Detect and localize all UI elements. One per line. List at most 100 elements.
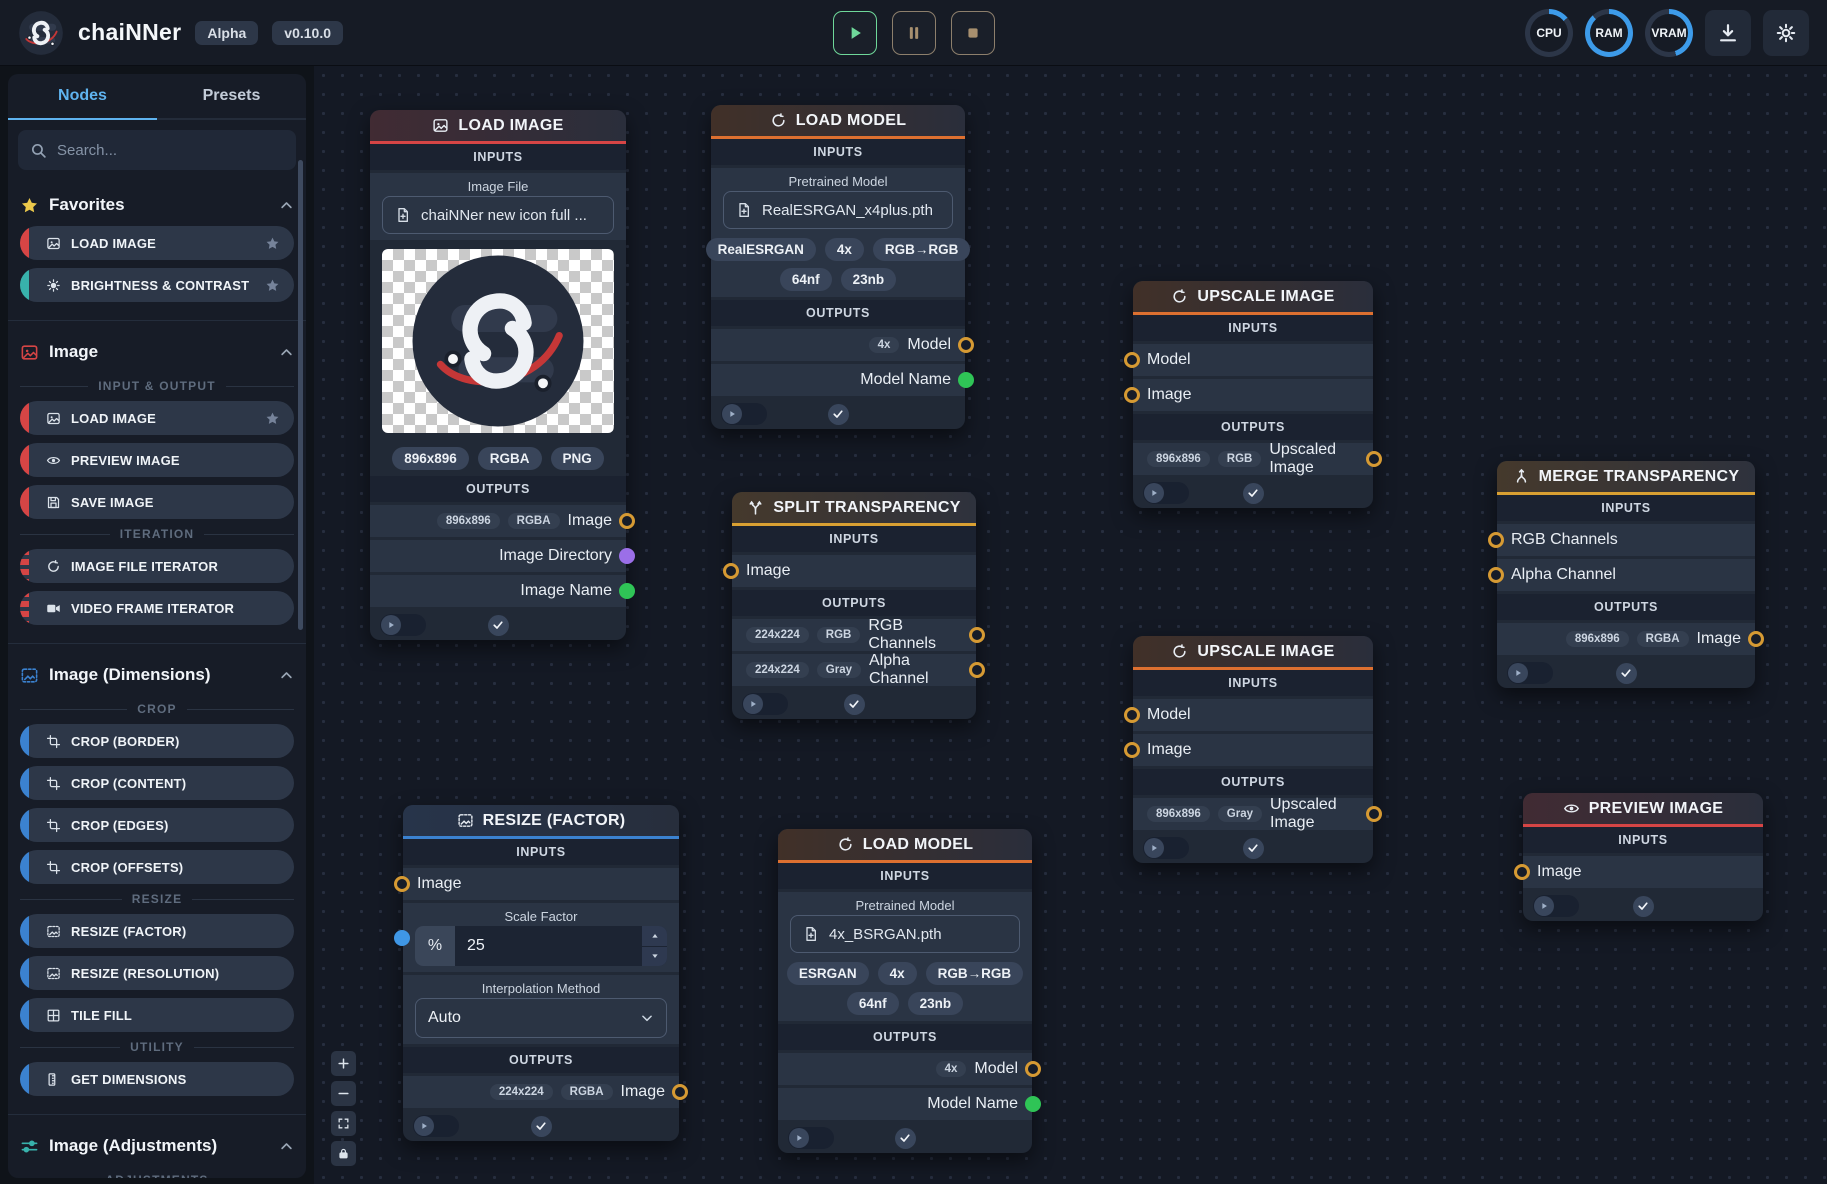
node-valid-check[interactable] [531, 1116, 552, 1137]
step-up-button[interactable] [642, 926, 667, 946]
node-load-model-1[interactable]: LOAD MODEL INPUTS Pretrained Model RealE… [711, 105, 965, 429]
favorite-star-icon[interactable] [265, 236, 280, 251]
node-load-image[interactable]: LOAD IMAGE INPUTS Image File chaiNNer ne… [370, 110, 626, 640]
scale-factor-stepper[interactable]: % 25 [415, 926, 667, 966]
node-resize-factor[interactable]: RESIZE (FACTOR) INPUTS Image Scale Facto… [403, 805, 679, 1141]
node-toggle[interactable] [1533, 895, 1579, 917]
node-header[interactable]: LOAD IMAGE [370, 110, 626, 144]
node-toggle[interactable] [380, 614, 426, 636]
node-valid-check[interactable] [488, 615, 509, 636]
zoom-in-button[interactable] [331, 1051, 356, 1076]
node-valid-check[interactable] [844, 694, 865, 715]
category-header-image-adjustments[interactable]: Image (Adjustments) [20, 1125, 294, 1167]
sidebar-scrollbar[interactable] [298, 160, 303, 630]
settings-button[interactable] [1763, 10, 1809, 56]
sidebar-item-video-frame-iterator[interactable]: VIDEO FRAME ITERATOR [20, 591, 294, 625]
output-handle-directory[interactable] [619, 548, 635, 564]
search-box[interactable] [18, 130, 296, 170]
node-header[interactable]: RESIZE (FACTOR) [403, 805, 679, 839]
node-upscale-image-1[interactable]: UPSCALE IMAGE INPUTS Model Image OUTPUTS… [1133, 281, 1373, 508]
node-valid-check[interactable] [895, 1128, 916, 1149]
node-toggle[interactable] [1507, 662, 1553, 684]
sidebar-item-tile-fill[interactable]: TILE FILL [20, 998, 294, 1032]
node-header[interactable]: UPSCALE IMAGE [1133, 636, 1373, 670]
category-header-image[interactable]: Image [20, 331, 294, 373]
node-header[interactable]: SPLIT TRANSPARENCY [732, 492, 976, 526]
node-toggle[interactable] [1143, 837, 1189, 859]
input-handle-image[interactable] [1514, 864, 1530, 880]
file-select-button[interactable]: 4x_BSRGAN.pth [790, 915, 1020, 953]
input-handle-model[interactable] [1124, 352, 1140, 368]
output-handle-model[interactable] [958, 337, 974, 353]
fit-view-button[interactable] [331, 1111, 356, 1136]
node-toggle[interactable] [721, 403, 767, 425]
favorite-star-icon[interactable] [265, 411, 280, 426]
sidebar-item-load-image[interactable]: LOAD IMAGE [20, 226, 294, 260]
scale-factor-value[interactable]: 25 [455, 926, 641, 966]
node-valid-check[interactable] [1243, 838, 1264, 859]
node-toggle[interactable] [1143, 482, 1189, 504]
sidebar-item-image-file-iterator[interactable]: IMAGE FILE ITERATOR [20, 549, 294, 583]
sidebar-item-crop-edges[interactable]: CROP (EDGES) [20, 808, 294, 842]
node-header[interactable]: LOAD MODEL [778, 829, 1032, 863]
sidebar-item-resize-factor[interactable]: RESIZE (FACTOR) [20, 914, 294, 948]
node-merge-transparency[interactable]: MERGE TRANSPARENCY INPUTS RGB Channels A… [1497, 461, 1755, 688]
output-handle-rgb-channels[interactable] [969, 627, 985, 643]
input-handle-model[interactable] [1124, 707, 1140, 723]
input-handle-image[interactable] [394, 876, 410, 892]
search-input[interactable] [57, 142, 284, 159]
category-header-favorites[interactable]: Favorites [20, 184, 294, 226]
node-upscale-image-2[interactable]: UPSCALE IMAGE INPUTS Model Image OUTPUTS… [1133, 636, 1373, 863]
sidebar-item-resize-resolution[interactable]: RESIZE (RESOLUTION) [20, 956, 294, 990]
node-valid-check[interactable] [1616, 663, 1637, 684]
output-handle-model[interactable] [1025, 1061, 1041, 1077]
output-handle-image[interactable] [672, 1084, 688, 1100]
node-header[interactable]: PREVIEW IMAGE [1523, 793, 1763, 827]
output-handle-name[interactable] [958, 372, 974, 388]
output-handle-upscaled-image[interactable] [1366, 806, 1382, 822]
input-handle-rgb-channels[interactable] [1488, 532, 1504, 548]
sidebar-item-preview-image[interactable]: PREVIEW IMAGE [20, 443, 294, 477]
output-handle-image[interactable] [1748, 631, 1764, 647]
node-header[interactable]: LOAD MODEL [711, 105, 965, 139]
node-toggle[interactable] [413, 1115, 459, 1137]
category-header-image-dimensions[interactable]: Image (Dimensions) [20, 654, 294, 696]
download-button[interactable] [1705, 10, 1751, 56]
node-valid-check[interactable] [828, 404, 849, 425]
output-handle-name[interactable] [1025, 1096, 1041, 1112]
sidebar-item-crop-offsets[interactable]: CROP (OFFSETS) [20, 850, 294, 884]
node-preview-image[interactable]: PREVIEW IMAGE INPUTS Image [1523, 793, 1763, 921]
input-handle-alpha-channel[interactable] [1488, 567, 1504, 583]
input-handle-image[interactable] [723, 563, 739, 579]
file-select-button[interactable]: chaiNNer new icon full ... [382, 196, 614, 234]
sidebar-item-crop-border[interactable]: CROP (BORDER) [20, 724, 294, 758]
node-split-transparency[interactable]: SPLIT TRANSPARENCY INPUTS Image OUTPUTS … [732, 492, 976, 719]
sidebar-item-save-image[interactable]: SAVE IMAGE [20, 485, 294, 519]
input-handle-image[interactable] [1124, 387, 1140, 403]
node-header[interactable]: UPSCALE IMAGE [1133, 281, 1373, 315]
sidebar-item-brightness-contrast[interactable]: BRIGHTNESS & CONTRAST [20, 268, 294, 302]
input-handle-image[interactable] [1124, 742, 1140, 758]
interpolation-select[interactable]: Auto [415, 998, 667, 1038]
tab-presets[interactable]: Presets [157, 74, 306, 118]
pause-button[interactable] [892, 11, 936, 55]
node-toggle[interactable] [742, 693, 788, 715]
node-load-model-2[interactable]: LOAD MODEL INPUTS Pretrained Model 4x_BS… [778, 829, 1032, 1153]
run-button[interactable] [833, 11, 877, 55]
zoom-out-button[interactable] [331, 1081, 356, 1106]
node-valid-check[interactable] [1243, 483, 1264, 504]
output-handle-alpha-channel[interactable] [969, 662, 985, 678]
sidebar-item-load-image[interactable]: LOAD IMAGE [20, 401, 294, 435]
step-down-button[interactable] [642, 946, 667, 967]
output-handle-upscaled-image[interactable] [1366, 451, 1382, 467]
stop-button[interactable] [951, 11, 995, 55]
input-handle-scale-factor[interactable] [394, 930, 410, 946]
output-handle-image[interactable] [619, 513, 635, 529]
lock-button[interactable] [331, 1141, 356, 1166]
output-handle-name[interactable] [619, 583, 635, 599]
node-header[interactable]: MERGE TRANSPARENCY [1497, 461, 1755, 495]
node-toggle[interactable] [788, 1127, 834, 1149]
tab-nodes[interactable]: Nodes [8, 74, 157, 118]
sidebar-item-crop-content[interactable]: CROP (CONTENT) [20, 766, 294, 800]
file-select-button[interactable]: RealESRGAN_x4plus.pth [723, 191, 953, 229]
